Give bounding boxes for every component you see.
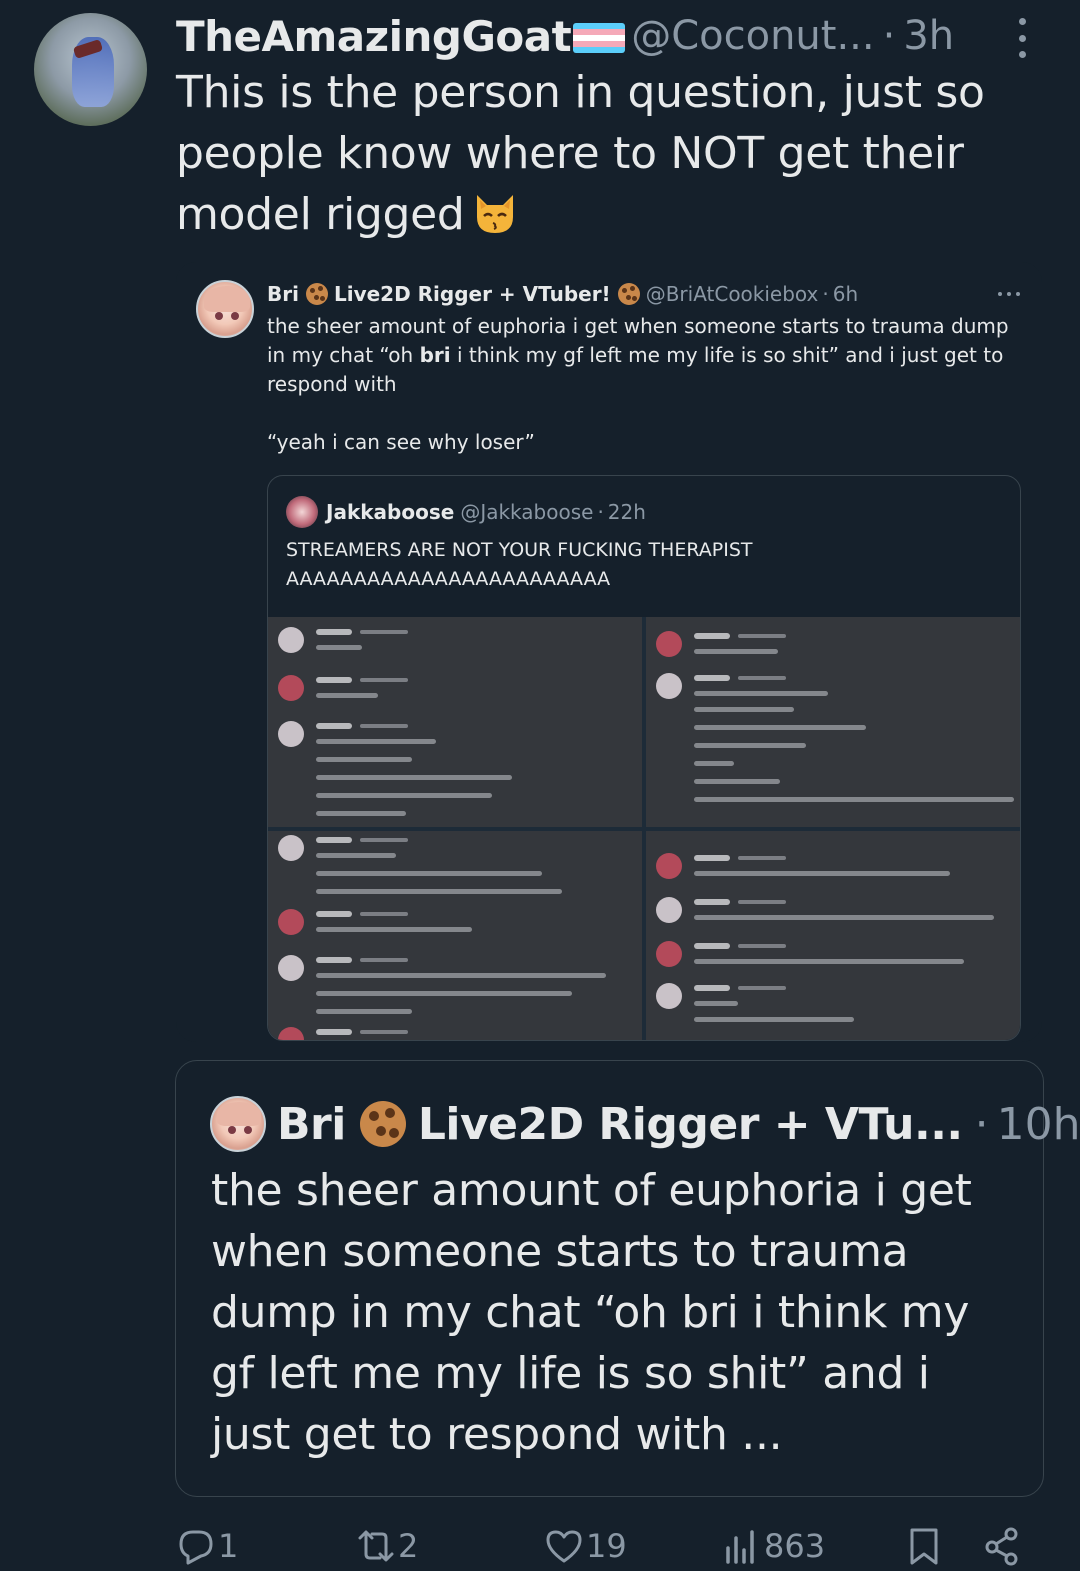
reply-icon [179,1530,213,1565]
chat-screenshot-panel [646,617,1020,827]
chat-screenshot-panel [646,831,1020,1040]
author-handle[interactable]: @Coconut... [631,13,874,59]
tweet-text: This is the person in question, just so … [176,62,1036,245]
quoted-text-bold: bri [419,343,451,367]
quoted-author-handle[interactable]: @BriAtCookiebox [646,282,819,306]
tweet-header: TheAmazingGoat @Coconut... · 3h [176,12,954,61]
nested-author-name[interactable]: Jakkaboose [326,500,454,524]
author-avatar[interactable] [34,13,147,126]
trans-flag-emoji [573,23,626,53]
nested-tweet-header: Jakkaboose @Jakkaboose · 22h [326,498,646,526]
quoted-author-avatar[interactable] [196,280,254,338]
quoted-tweet-time[interactable]: 6h [833,282,858,306]
quoted-author-name-suffix[interactable]: Live2D Rigger + VTuber! [334,282,611,306]
nested-tweet-time[interactable]: 22h [608,500,646,524]
quote-card-author-name-suffix[interactable]: Live2D Rigger + VTu... [418,1099,963,1150]
kissing-cat-emoji-icon [476,195,513,233]
quoted-tweet-text-second: “yeah i can see why loser” [267,430,535,454]
quote-card-time[interactable]: 10h [997,1099,1080,1150]
quote-card-header: Bri Live2D Rigger + VTu... · 10h [277,1094,1080,1154]
heart-icon [546,1530,582,1563]
nested-quoted-tweet[interactable]: Jakkaboose @Jakkaboose · 22h STREAMERS A… [267,475,1021,1041]
quoted-tweet-header: Bri Live2D Rigger + VTuber! @BriAtCookie… [267,280,858,308]
share-button[interactable] [982,1526,1024,1566]
quote-card-author-name[interactable]: Bri [277,1099,346,1150]
tweet-action-bar: 1 2 19 863 [0,1520,1080,1571]
quote-card-text: the sheer amount of euphoria i get when … [211,1165,972,1460]
repost-button[interactable]: 2 [356,1526,418,1566]
chat-screenshot-panel [268,831,642,1040]
like-button[interactable]: 19 [544,1526,627,1566]
separator: · [597,500,604,524]
quoted-more-options-icon[interactable] [998,292,1020,298]
chat-screenshot-panel [268,617,642,827]
separator: · [882,13,896,59]
bookmark-button[interactable] [904,1526,946,1566]
tweet-time[interactable]: 3h [903,13,954,59]
bookmark-icon [910,1528,938,1565]
tweet-text-content: This is the person in question, just so … [176,67,985,240]
like-count: 19 [586,1527,627,1565]
reply-count: 1 [218,1527,239,1565]
nested-text-line2: AAAAAAAAAAAAAAAAAAAAAAAA [286,568,611,590]
separator: · [822,282,829,306]
cookie-emoji-icon [359,1101,406,1147]
quoted-tweet-text: the sheer amount of euphoria i get when … [267,312,1027,399]
nested-text-line1: STREAMERS ARE NOT YOUR FUCKING THERAPIST [286,539,753,561]
views-button[interactable]: 863 [722,1526,825,1566]
repost-count: 2 [398,1527,419,1565]
share-icon [985,1527,1018,1566]
reply-button[interactable]: 1 [176,1526,238,1566]
quote-card-author-avatar[interactable] [210,1096,266,1152]
chat-screenshot-image[interactable] [268,617,1020,1040]
quoted-author-name[interactable]: Bri [267,282,299,306]
cookie-emoji-icon [305,283,328,305]
repost-icon [358,1530,394,1562]
author-display-name[interactable]: TheAmazingGoat [176,12,572,61]
more-options-icon[interactable] [1010,18,1034,58]
views-count: 863 [764,1527,826,1565]
nested-author-avatar[interactable] [286,496,318,528]
views-chart-icon [726,1530,754,1564]
cookie-emoji-icon [617,283,640,305]
separator: · [974,1098,989,1150]
nested-tweet-text: STREAMERS ARE NOT YOUR FUCKING THERAPIST… [286,536,1006,594]
nested-author-handle[interactable]: @Jakkaboose [460,500,593,524]
